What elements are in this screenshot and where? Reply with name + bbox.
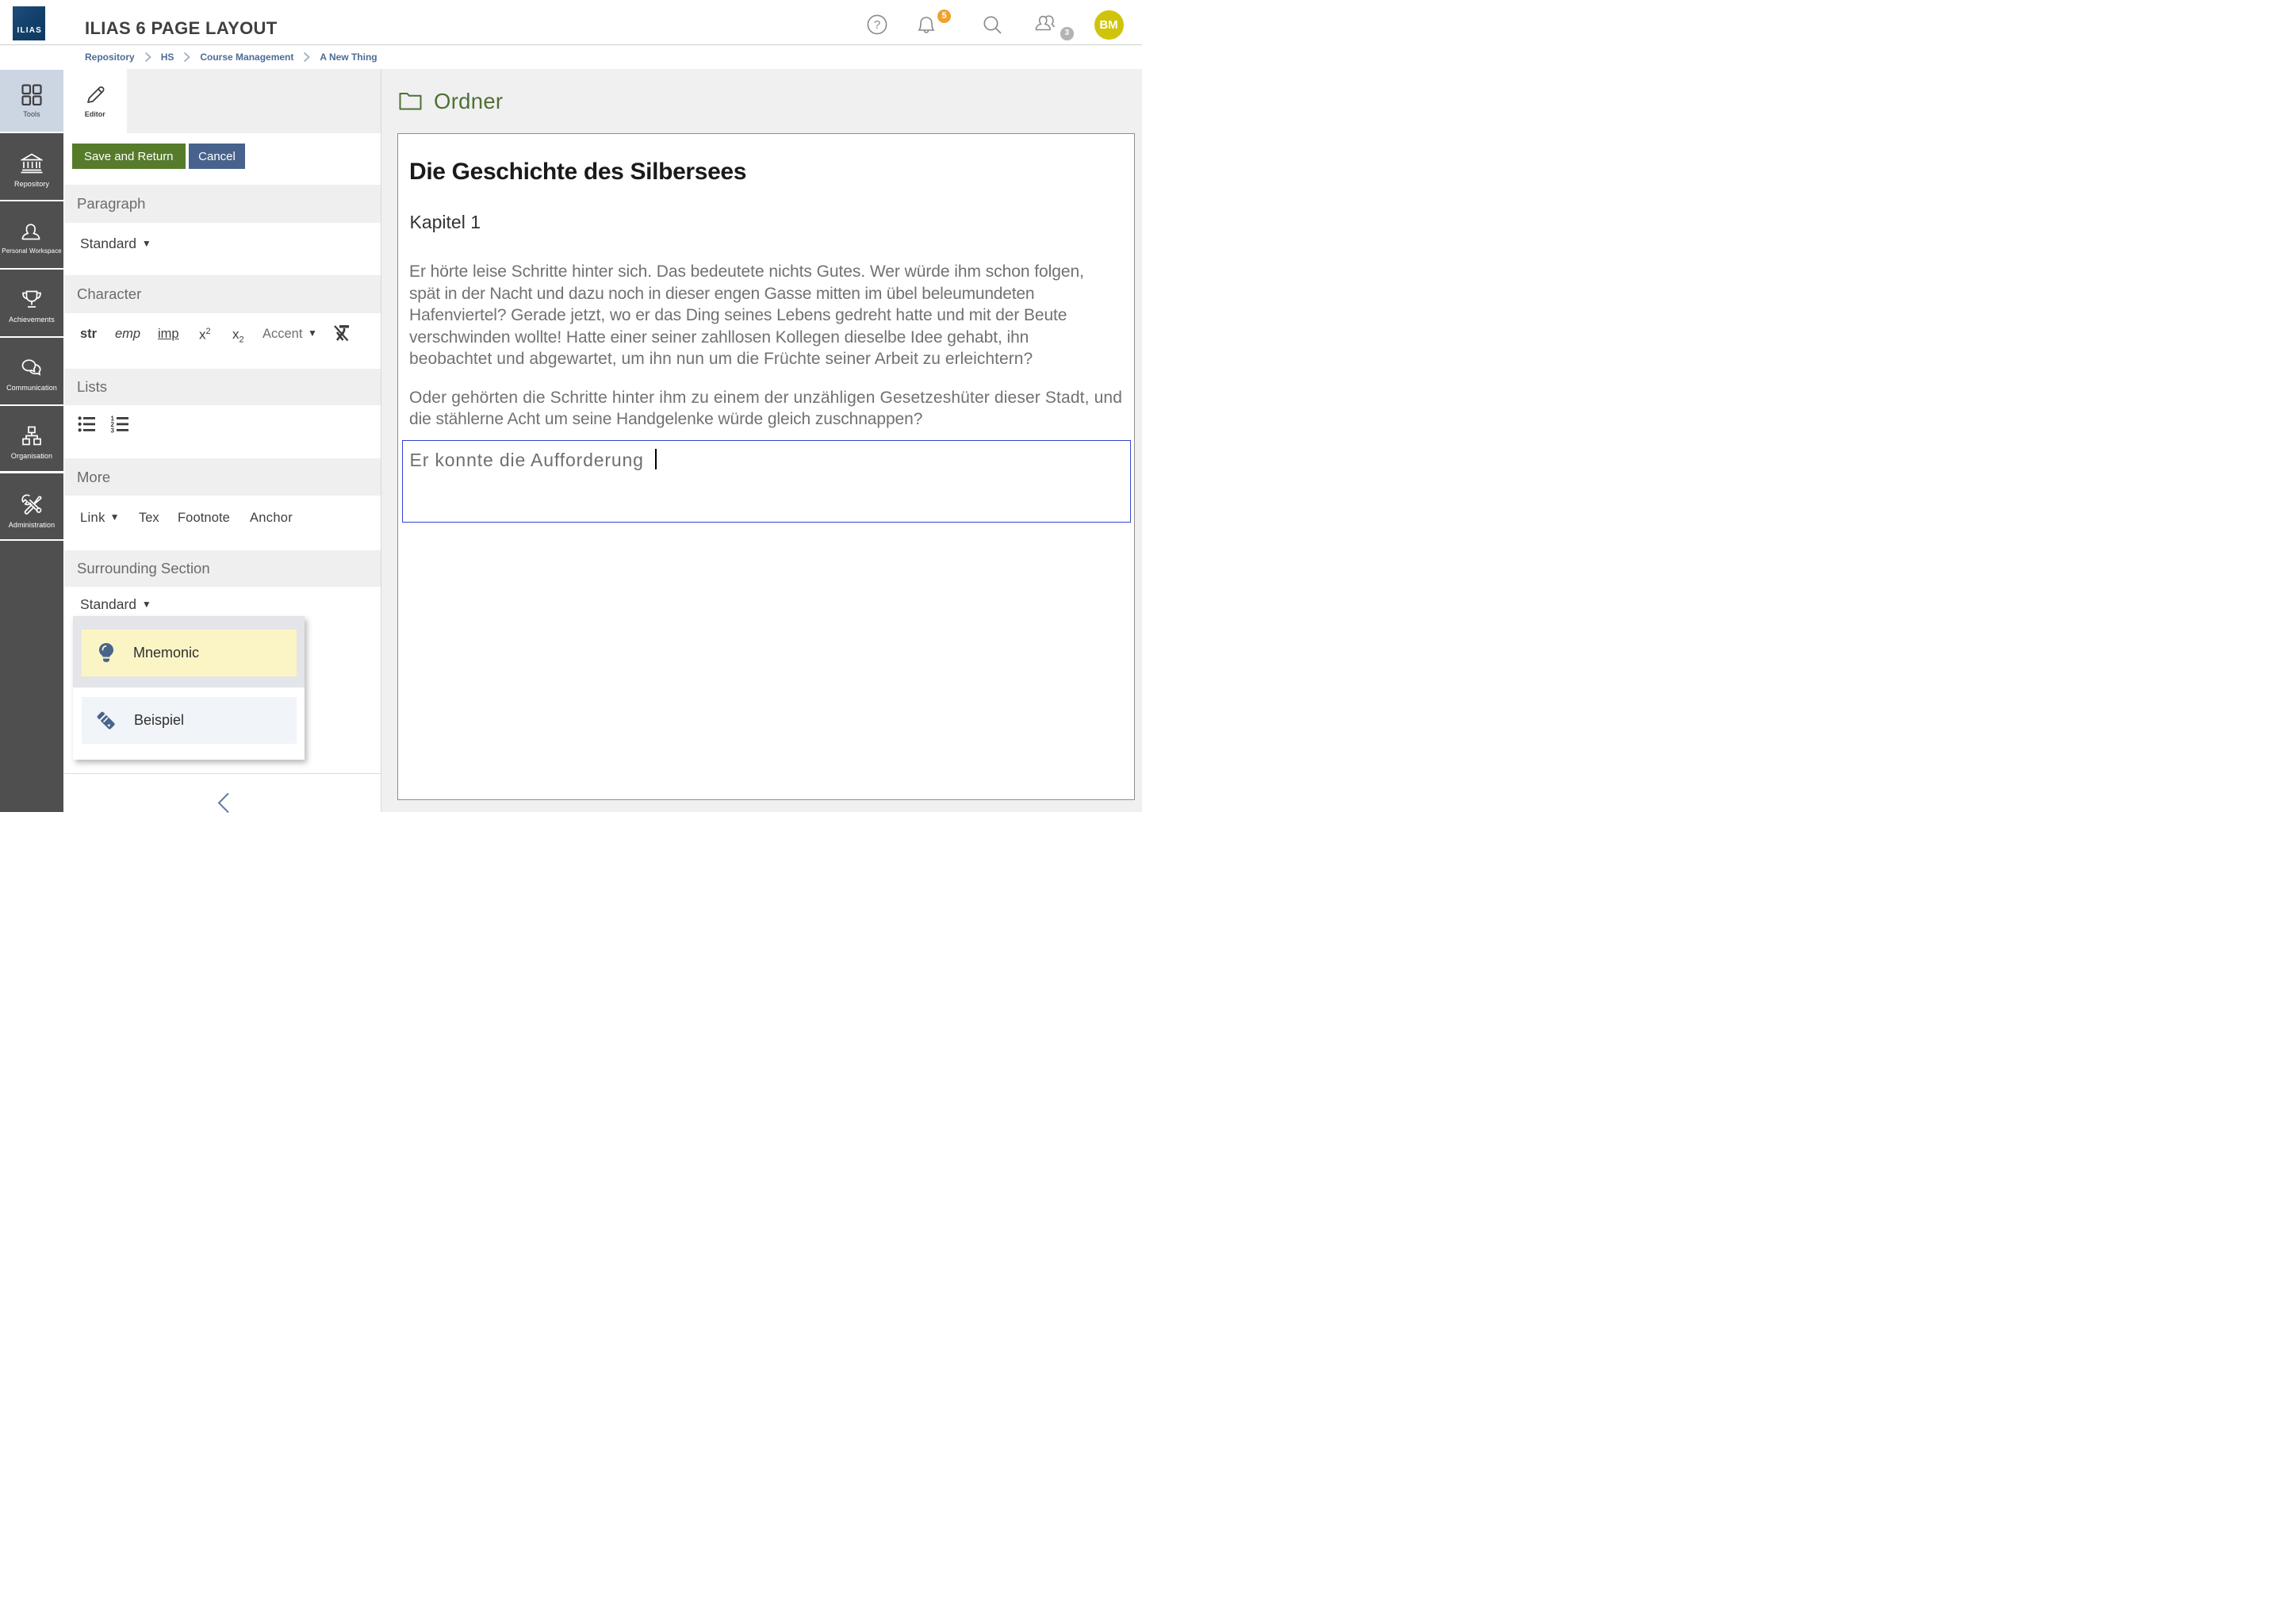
svg-text:?: ? — [874, 18, 880, 32]
svg-text:3: 3 — [111, 427, 115, 434]
